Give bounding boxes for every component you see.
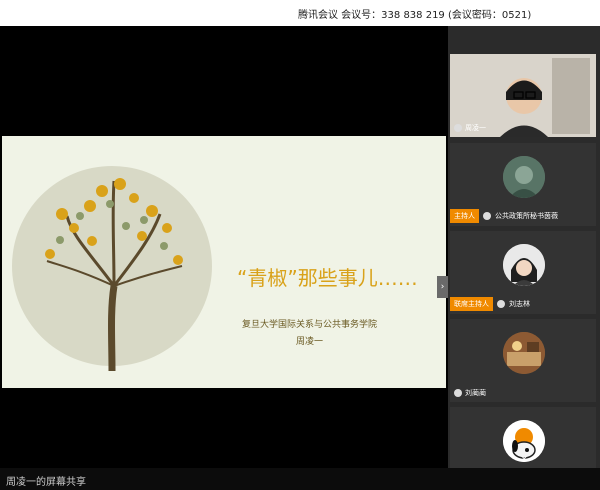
microphone-icon — [497, 300, 505, 308]
next-page-arrow-icon[interactable]: › — [437, 276, 448, 298]
slide-author: 周凌一 — [296, 337, 324, 347]
avatar-image — [503, 332, 545, 374]
participant-tile[interactable]: 主持人 公共政策所秘书茵薇 — [450, 143, 596, 226]
avatar — [503, 332, 545, 374]
microphone-icon — [454, 389, 462, 397]
camera-icon — [454, 124, 462, 132]
participant-sidebar: 周凌一 主持人 公共政策所秘书茵薇 联席主持人 刘志林 刘蔺蔺 — [448, 26, 600, 490]
participant-tile[interactable]: 联席主持人 刘志林 — [450, 231, 596, 314]
microphone-icon — [483, 212, 491, 220]
slide-title: “青椒”那些事儿…… — [237, 266, 418, 290]
avatar — [503, 244, 545, 286]
meeting-info-bar: 腾讯会议 会议号：338 838 219 (会议密码：0521) — [0, 0, 600, 26]
participant-tile[interactable]: 周凌一 — [450, 54, 596, 137]
avatar-image — [503, 244, 545, 286]
chevron-down-icon[interactable]: ⌄ — [520, 451, 530, 462]
avatar-image — [503, 156, 545, 198]
participant-name: 公共政策所秘书茵薇 — [495, 212, 558, 220]
meeting-info-text: 腾讯会议 会议号：338 838 219 (会议密码：0521) — [298, 10, 532, 21]
host-badge: 主持人 — [450, 209, 479, 223]
participant-name: 刘蔺蔺 — [454, 388, 486, 398]
avatar — [503, 156, 545, 198]
screen-share-bar: 周凌一的屏幕共享 — [0, 468, 600, 490]
participant-tile[interactable]: 刘蔺蔺 — [450, 319, 596, 402]
participant-name: 周凌一 — [454, 123, 486, 133]
cohost-badge: 联席主持人 — [450, 297, 493, 311]
screen-share-label: 周凌一的屏幕共享 — [6, 477, 86, 488]
shared-slide: “青椒”那些事儿…… 复旦大学国际关系与公共事务学院 周凌一 — [2, 136, 446, 388]
slide-subtitle: 复旦大学国际关系与公共事务学院 — [242, 320, 378, 330]
screen-share-stage: “青椒”那些事儿…… 复旦大学国际关系与公共事务学院 周凌一 › — [0, 26, 448, 468]
participant-name: 刘志林 — [509, 300, 530, 308]
